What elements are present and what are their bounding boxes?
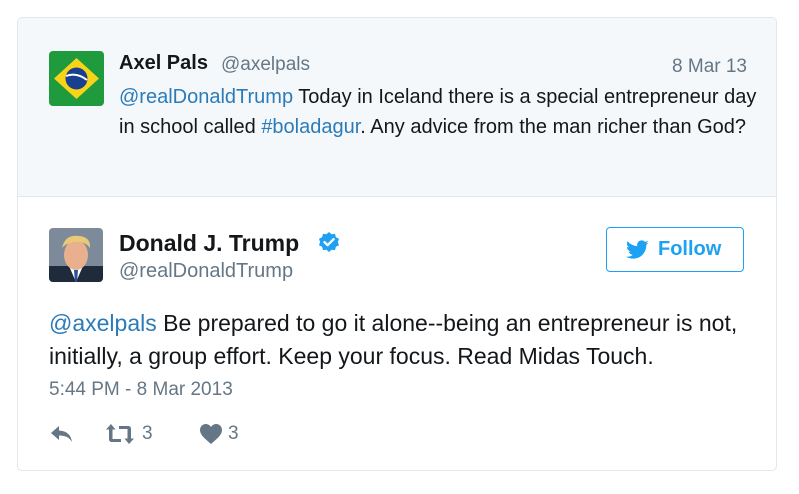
mention-link[interactable]: @realDonaldTrump — [119, 86, 293, 108]
author-handle[interactable]: @realDonaldTrump — [119, 260, 293, 283]
parent-tweet-text: @realDonaldTrump Today in Iceland there … — [119, 82, 759, 142]
parent-tweet-date[interactable]: 8 Mar 13 — [672, 56, 747, 78]
parent-author-name[interactable]: Axel Pals — [119, 52, 208, 75]
retweet-button[interactable]: 3 — [105, 421, 175, 447]
mention-link[interactable]: @axelpals — [49, 310, 157, 336]
verified-badge-icon — [317, 231, 341, 255]
like-count: 3 — [228, 423, 239, 444]
retweet-icon — [106, 424, 134, 444]
parent-author-handle[interactable]: @axelpals — [221, 54, 310, 76]
author-name[interactable]: Donald J. Trump — [119, 230, 299, 257]
retweet-count: 3 — [142, 423, 153, 444]
twitter-bird-icon — [626, 240, 649, 259]
tweet-timestamp[interactable]: 5:44 PM - 8 Mar 2013 — [49, 379, 233, 401]
embedded-tweet-card: Axel Pals @axelpals 8 Mar 13 @realDonald… — [17, 17, 777, 471]
author-avatar[interactable] — [49, 228, 103, 282]
like-button[interactable]: 3 — [199, 421, 244, 447]
tweet-text: @axelpals Be prepared to go it alone--be… — [49, 307, 759, 373]
brazil-flag-icon[interactable] — [49, 51, 104, 106]
hashtag-link[interactable]: #boladagur — [261, 116, 360, 138]
follow-button-label: Follow — [658, 238, 722, 260]
heart-icon — [200, 424, 222, 444]
parent-tweet[interactable]: Axel Pals @axelpals 8 Mar 13 @realDonald… — [18, 18, 776, 197]
reply-button[interactable] — [49, 421, 79, 447]
parent-text-part2: . Any advice from the man richer than Go… — [360, 116, 747, 138]
follow-button[interactable]: Follow — [606, 227, 744, 272]
reply-icon — [51, 426, 72, 442]
